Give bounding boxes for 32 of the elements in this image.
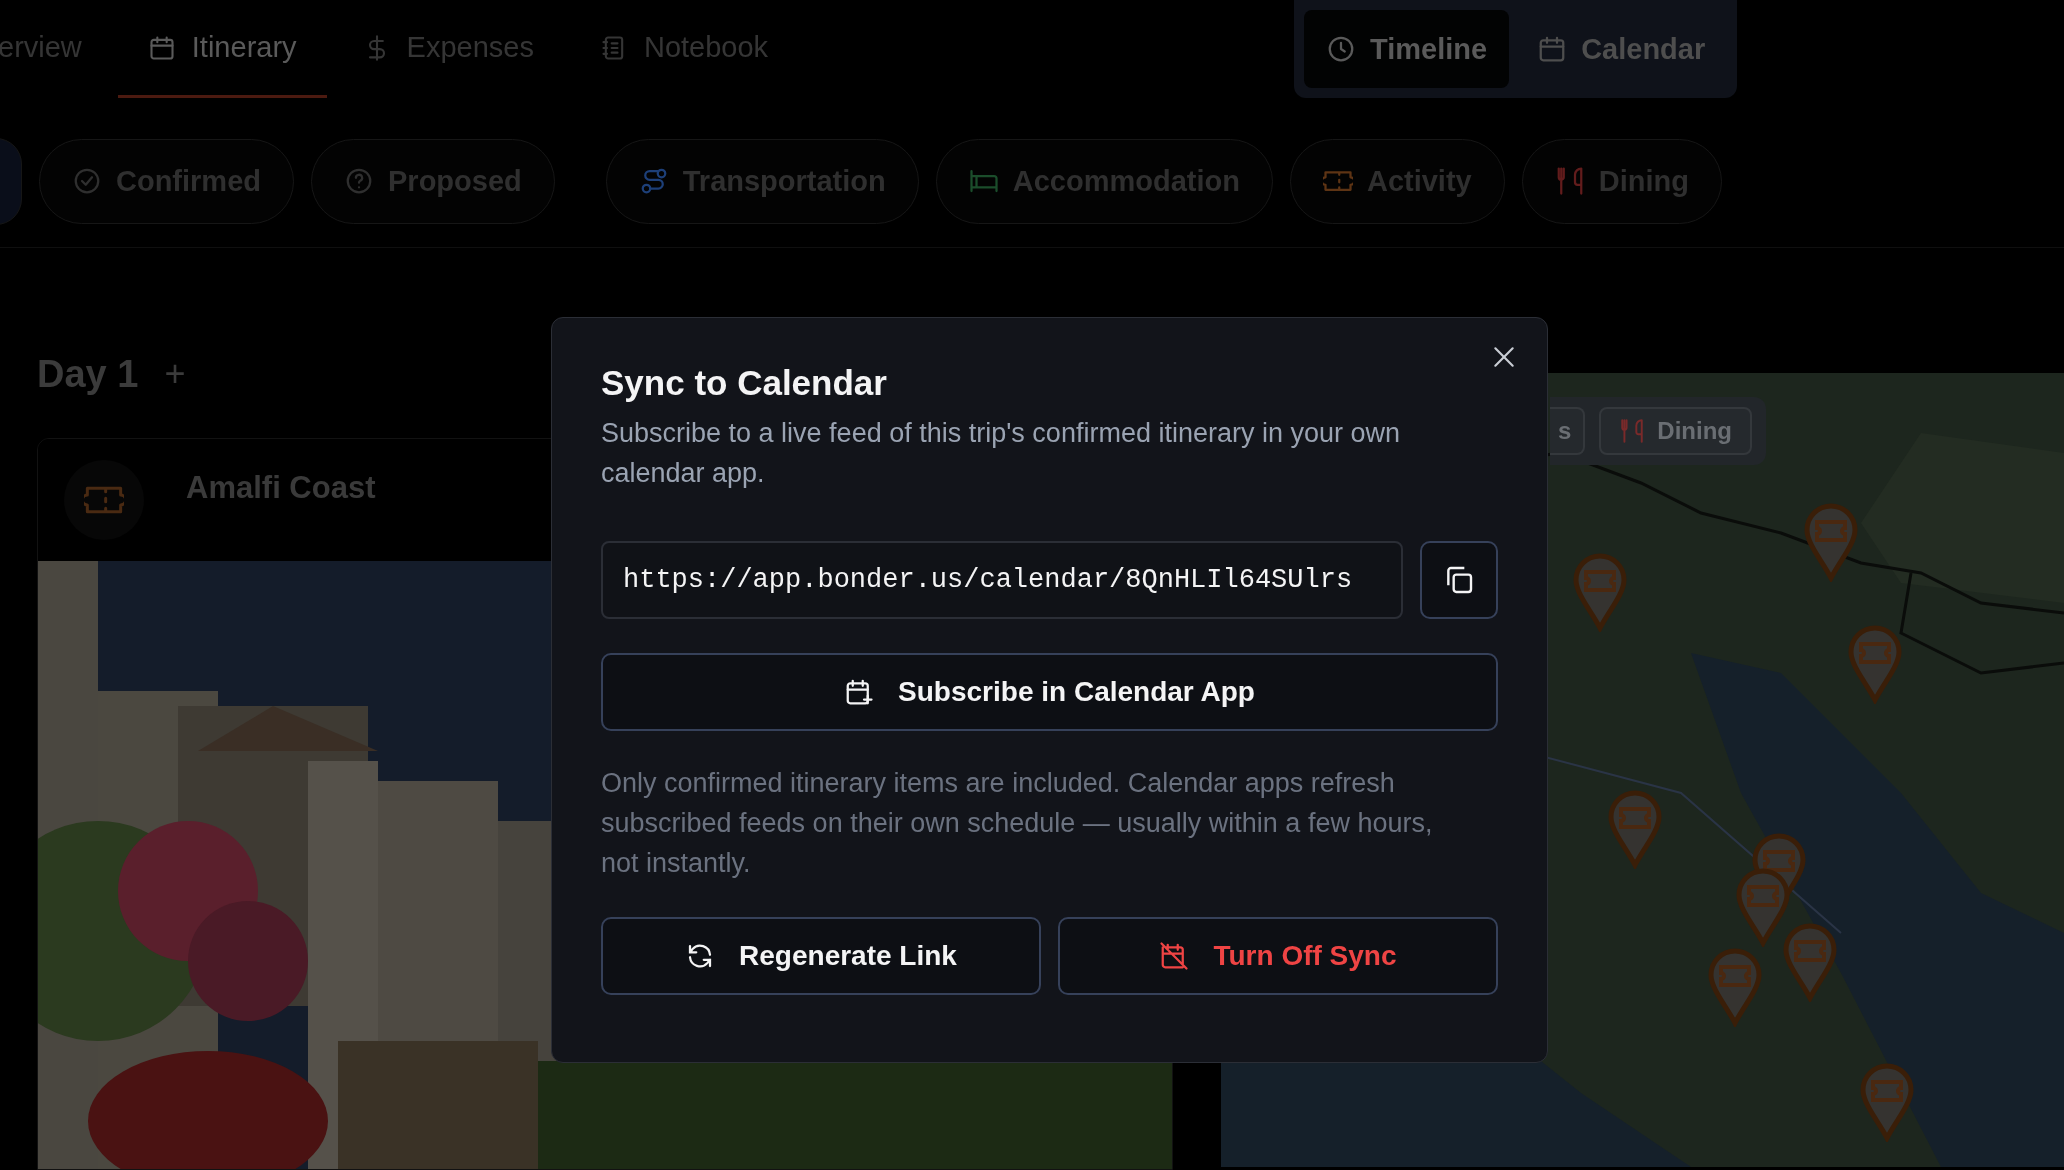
map-pin-icon[interactable] bbox=[1707, 947, 1763, 1027]
close-icon[interactable] bbox=[1491, 344, 1517, 370]
calendar-icon bbox=[147, 33, 176, 62]
map-pin-icon[interactable] bbox=[1859, 1062, 1915, 1142]
dialog-title: Sync to Calendar bbox=[601, 363, 888, 403]
url-field[interactable]: https://app.bonder.us/calendar/8QnHLIl64SUlrs bbox=[601, 541, 1403, 619]
subscribe-button[interactable]: Subscribe in Calendar App bbox=[601, 653, 1498, 731]
view-option[interactable]: Timeline bbox=[1304, 10, 1510, 88]
calendar-off-icon bbox=[1159, 941, 1190, 971]
nav-tab[interactable]: Itinerary bbox=[117, 0, 327, 98]
fork-knife-icon bbox=[1619, 418, 1646, 444]
dialog-note: Only confirmed itinerary items are included. Calendar apps refresh subscribed feeds on their own schedule — usually within a few hours, not instantly. bbox=[601, 767, 1434, 880]
card-title: Amalfi Coast bbox=[186, 470, 376, 506]
map-pin-icon[interactable] bbox=[1572, 552, 1628, 632]
copy-button[interactable] bbox=[1420, 541, 1498, 619]
calendar-plus-icon bbox=[844, 677, 875, 707]
map-pin-cluster-icon[interactable] bbox=[1735, 832, 1807, 947]
map-pin-icon[interactable] bbox=[1607, 789, 1663, 869]
map-pin-icon[interactable] bbox=[1847, 624, 1903, 704]
map-filter-chip[interactable]: s bbox=[1550, 407, 1586, 455]
clock-icon bbox=[1326, 34, 1356, 64]
regenerate-button[interactable]: Regenerate Link bbox=[601, 917, 1041, 995]
dialog-description: Subscribe to a live feed of this trip's confirmed itinerary in your own calendar app. bbox=[601, 417, 1402, 490]
question-icon bbox=[344, 166, 374, 196]
map-pin-icon[interactable] bbox=[1782, 922, 1838, 1002]
add-button[interactable]: + bbox=[164, 353, 186, 395]
map-pin-icon[interactable] bbox=[1803, 502, 1859, 582]
turn-off-button[interactable]: Turn Off Sync bbox=[1058, 917, 1498, 995]
check-circle-icon bbox=[72, 166, 102, 196]
view-option[interactable]: Calendar bbox=[1515, 10, 1728, 88]
map-filter-chip[interactable]: Dining bbox=[1599, 407, 1752, 455]
day-title: Day 1 bbox=[37, 352, 139, 396]
